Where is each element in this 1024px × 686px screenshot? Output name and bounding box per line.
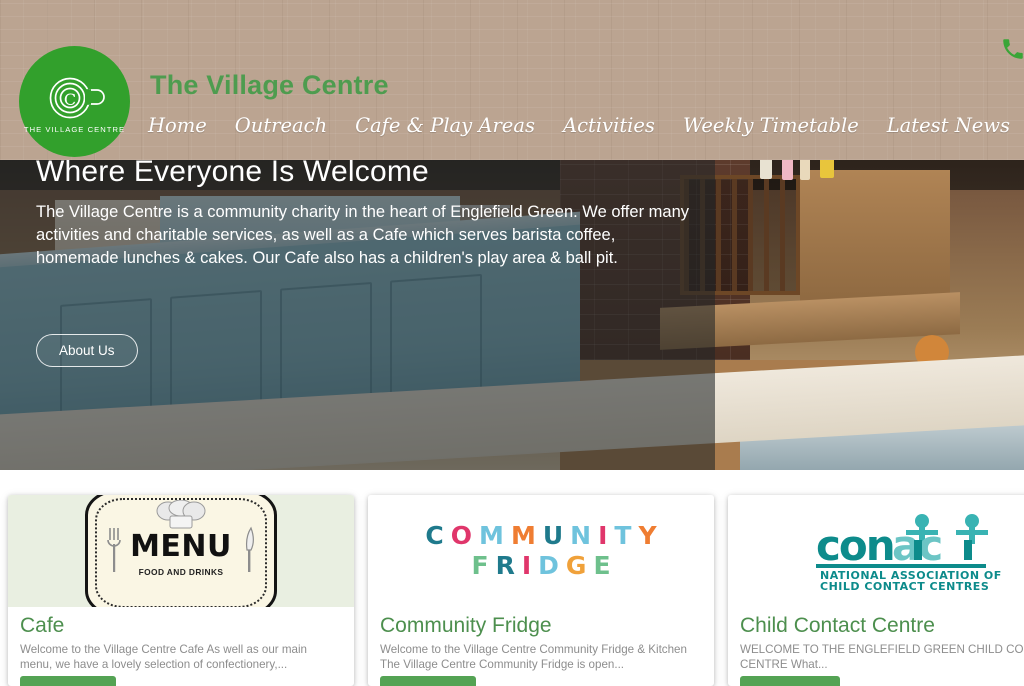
card-cafe[interactable]: MENU FOOD AND DRINKS Cafe Welcome to the… xyxy=(8,495,354,686)
cf-letter: R xyxy=(495,551,515,580)
cf-letter: O xyxy=(450,521,473,550)
cf-line-2: FRIDGE xyxy=(471,553,610,579)
card-body-community-fridge: Community Fridge Welcome to the Village … xyxy=(368,607,714,672)
nav-item-latest-news[interactable]: Latest News xyxy=(887,114,1010,138)
nav-item-cafe-play-areas[interactable]: Cafe & Play Areas xyxy=(355,114,535,138)
cf-letter: T xyxy=(614,521,632,550)
card-text: Welcome to the Village Centre Cafe As we… xyxy=(20,643,307,671)
cf-letter: C xyxy=(425,521,444,550)
main-navigation: Home Outreach Cafe & Play Areas Activiti… xyxy=(148,114,1010,138)
menu-food-and-drinks-logo: MENU FOOD AND DRINKS xyxy=(8,495,354,607)
card-title: Child Contact Centre xyxy=(740,614,935,637)
nav-item-outreach[interactable]: Outreach xyxy=(235,114,327,138)
community-fridge-logo: COMMUNITY FRIDGE xyxy=(368,495,714,607)
card-text: Welcome to the Village Centre Community … xyxy=(380,643,687,671)
about-us-button[interactable]: About Us xyxy=(36,334,138,367)
nav-item-activities[interactable]: Activities xyxy=(563,114,655,138)
menu-subtitle: FOOD AND DRINKS xyxy=(138,567,224,577)
cf-letter: D xyxy=(538,551,559,580)
cf-letter: I xyxy=(521,551,532,580)
cf-letter: I xyxy=(598,521,608,550)
read-more-button[interactable] xyxy=(380,676,476,686)
phone-icon[interactable] xyxy=(1000,36,1024,62)
read-more-button[interactable] xyxy=(20,676,116,686)
svg-text:CHILD CONTACT CENTRES: CHILD CONTACT CENTRES xyxy=(820,580,989,590)
card-title: Community Fridge xyxy=(380,614,552,637)
card-community-fridge[interactable]: COMMUNITY FRIDGE Community Fridge Welcom… xyxy=(368,495,714,686)
contact-logo-svg: con ac NATIONAL ASSOCIATION OF CHILD CON… xyxy=(816,514,1001,590)
logo-text: THE VILLAGE CENTRE xyxy=(23,124,126,134)
cf-letter: M xyxy=(510,521,536,550)
card-body-child-contact-centre: Child Contact Centre WELCOME TO THE ENGL… xyxy=(728,607,1024,672)
card-image-child-contact-centre: con ac NATIONAL ASSOCIATION OF CHILD CON… xyxy=(728,495,1024,607)
nav-item-home[interactable]: Home xyxy=(148,114,207,138)
card-image-cafe: MENU FOOD AND DRINKS xyxy=(8,495,354,607)
card-text: WELCOME TO THE ENGLEFIELD GREEN CHILD CO… xyxy=(740,643,1024,671)
cf-letter: N xyxy=(570,521,592,550)
card-body-cafe: Cafe Welcome to the Village Centre Cafe … xyxy=(8,607,354,672)
read-more-button[interactable] xyxy=(740,676,840,686)
cf-letter: G xyxy=(565,551,587,580)
card-title: Cafe xyxy=(20,614,65,637)
cf-letter: M xyxy=(479,521,504,550)
nav-item-weekly-timetable[interactable]: Weekly Timetable xyxy=(683,114,859,138)
cf-letter: E xyxy=(593,551,611,580)
cf-line-1: COMMUNITY xyxy=(425,523,656,549)
fork-icon xyxy=(107,528,121,572)
site-title: The Village Centre xyxy=(150,70,389,100)
card-row: MENU FOOD AND DRINKS Cafe Welcome to the… xyxy=(0,495,1024,686)
site-logo[interactable]: C THE VILLAGE CENTRE xyxy=(19,46,130,157)
hero-description: The Village Centre is a community charit… xyxy=(36,203,689,267)
card-image-community-fridge: COMMUNITY FRIDGE xyxy=(368,495,714,607)
cf-letter: F xyxy=(471,551,489,580)
hero-title: Where Everyone Is Welcome xyxy=(36,155,429,188)
card-child-contact-centre[interactable]: con ac NATIONAL ASSOCIATION OF CHILD CON… xyxy=(728,495,1024,686)
contact-national-association-logo: con ac NATIONAL ASSOCIATION OF CHILD CON… xyxy=(728,495,1024,607)
knife-icon xyxy=(245,526,254,572)
site-header: C THE VILLAGE CENTRE The Village Centre … xyxy=(0,0,1024,160)
cf-letter: Y xyxy=(638,521,657,550)
chef-hat-icon xyxy=(156,500,206,529)
cf-letter: U xyxy=(542,521,564,550)
svg-text:C: C xyxy=(63,90,75,109)
hero-content: Where Everyone Is Welcome The Village Ce… xyxy=(36,155,696,270)
svg-text:con: con xyxy=(816,521,894,570)
menu-word: MENU xyxy=(130,529,232,564)
coffee-cup-icon: C xyxy=(44,76,106,120)
